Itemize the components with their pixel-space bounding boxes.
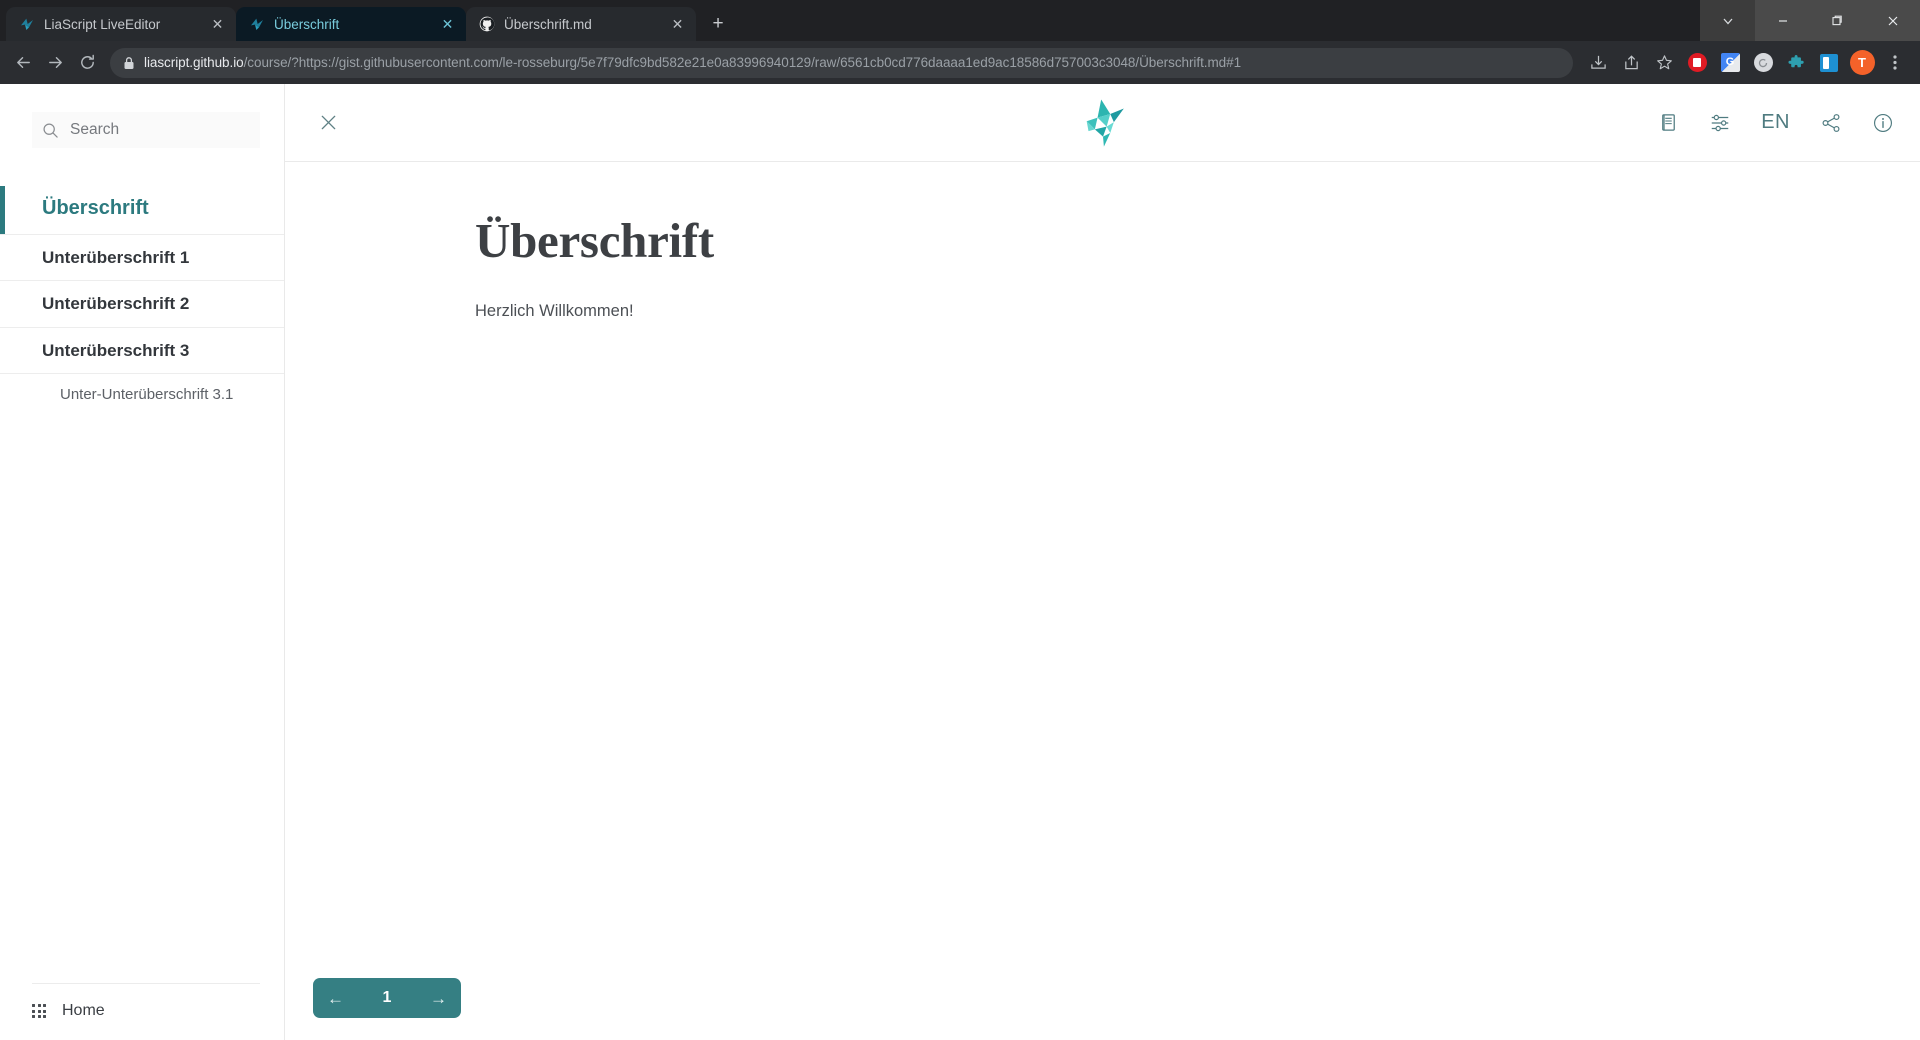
close-window-button[interactable]	[1865, 0, 1920, 41]
tab-close-icon[interactable]: ✕	[209, 16, 226, 33]
tab-title: Überschrift.md	[504, 16, 592, 32]
url-path: /course/?https://gist.githubusercontent.…	[243, 55, 1242, 70]
url-text: liascript.github.io/course/?https://gist…	[144, 55, 1241, 70]
content-area: EN Überschrift Herzlich Willkommen! ← 1 …	[285, 84, 1920, 1040]
github-favicon	[479, 16, 495, 32]
settings-sliders-icon[interactable]	[1709, 106, 1731, 140]
url-host: liascript.github.io	[144, 55, 244, 70]
home-label: Home	[62, 1002, 105, 1019]
page-body: Überschrift Unterüberschrift 1 Unterüber…	[0, 84, 1920, 1040]
language-selector[interactable]: EN	[1761, 106, 1790, 140]
tab-close-icon[interactable]: ✕	[439, 16, 456, 33]
install-app-icon[interactable]	[1583, 48, 1613, 78]
sidebar-item-unterueberschrift-2[interactable]: Unterüberschrift 2	[0, 281, 284, 328]
active-indicator-bar	[0, 186, 5, 234]
sidebar-item-unter-unterueberschrift-3-1[interactable]: Unter-Unterüberschrift 3.1	[0, 374, 284, 417]
address-bar[interactable]: liascript.github.io/course/?https://gist…	[110, 47, 1573, 78]
sidebar-item-home[interactable]: Home	[32, 983, 260, 1040]
browser-tab-1[interactable]: LiaScript LiveEditor ✕	[6, 7, 236, 41]
tab-search-chevron-icon[interactable]	[1700, 0, 1755, 41]
lock-icon	[124, 56, 134, 69]
browser-tab-3[interactable]: Überschrift.md ✕	[466, 7, 696, 41]
header-actions: EN	[1658, 106, 1894, 140]
toc-label: Unterüberschrift 3	[42, 340, 190, 360]
liascript-favicon	[251, 18, 263, 30]
search-input[interactable]	[70, 121, 250, 139]
liascript-favicon	[21, 18, 33, 30]
search-icon	[43, 122, 58, 138]
tab-title: LiaScript LiveEditor	[44, 16, 161, 32]
puzzle-extensions-icon[interactable]	[1781, 48, 1811, 78]
toc-label: Unterüberschrift 2	[42, 294, 190, 314]
minimize-button[interactable]	[1755, 0, 1810, 41]
grey-circle-extension-icon[interactable]	[1748, 48, 1778, 78]
page-number: 1	[382, 989, 392, 1006]
reload-button[interactable]	[72, 48, 102, 78]
sidebar-item-unterueberschrift-1[interactable]: Unterüberschrift 1	[0, 235, 284, 282]
forward-button[interactable]	[40, 48, 70, 78]
toc-label: Unter-Unterüberschrift 3.1	[60, 385, 234, 403]
tab-title: Überschrift	[274, 16, 340, 32]
article: Überschrift Herzlich Willkommen!	[285, 162, 1920, 1040]
tab-strip: LiaScript LiveEditor ✕ Überschrift ✕ Übe…	[0, 0, 1920, 41]
next-page-button[interactable]: →	[430, 990, 447, 1007]
toc-book-icon[interactable]	[1658, 106, 1679, 140]
avatar[interactable]: T	[1847, 48, 1877, 78]
bookmark-star-icon[interactable]	[1649, 48, 1679, 78]
google-translate-extension-icon[interactable]: G	[1715, 48, 1745, 78]
side-panel-icon[interactable]	[1814, 48, 1844, 78]
search-box[interactable]	[32, 112, 260, 148]
apps-grid-icon	[32, 1004, 46, 1018]
new-tab-button[interactable]: +	[704, 10, 732, 38]
prev-page-button[interactable]: ←	[327, 990, 344, 1007]
body-paragraph: Herzlich Willkommen!	[475, 301, 634, 320]
info-icon[interactable]	[1872, 106, 1894, 140]
sidebar-item-unterueberschrift-3[interactable]: Unterüberschrift 3	[0, 328, 284, 374]
share-icon[interactable]	[1616, 48, 1646, 78]
content-header: EN	[285, 84, 1920, 162]
sidebar: Überschrift Unterüberschrift 1 Unterüber…	[0, 84, 285, 1040]
close-icon[interactable]	[311, 106, 345, 140]
tab-close-icon[interactable]: ✕	[669, 16, 686, 33]
back-button[interactable]	[8, 48, 38, 78]
share-icon[interactable]	[1820, 106, 1842, 140]
browser-toolbar: liascript.github.io/course/?https://gist…	[0, 41, 1920, 84]
toc-label: Überschrift	[42, 197, 149, 219]
pagination-control: ← 1 →	[313, 978, 461, 1018]
browser-window: LiaScript LiveEditor ✕ Überschrift ✕ Übe…	[0, 0, 1920, 1040]
maximize-button[interactable]	[1810, 0, 1865, 41]
adblock-extension-icon[interactable]	[1682, 48, 1712, 78]
toc-label: Unterüberschrift 1	[42, 248, 190, 267]
kebab-menu-icon[interactable]	[1880, 48, 1910, 78]
browser-tab-2[interactable]: Überschrift ✕	[236, 7, 466, 41]
table-of-contents: Überschrift Unterüberschrift 1 Unterüber…	[0, 186, 284, 417]
toolbar-icons: G T	[1583, 48, 1910, 78]
window-controls	[1700, 0, 1920, 41]
profile-initial: T	[1849, 50, 1875, 75]
page-title: Überschrift	[475, 213, 714, 268]
sidebar-item-ueberschrift[interactable]: Überschrift	[0, 186, 284, 235]
